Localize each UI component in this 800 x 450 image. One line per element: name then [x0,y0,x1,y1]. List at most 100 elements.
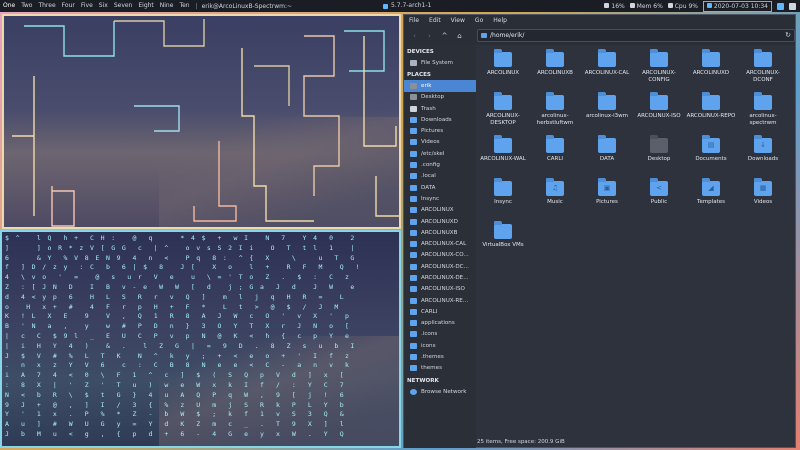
file-item[interactable]: ARCOLINUX-ISO [633,92,685,135]
home-button[interactable]: ⌂ [454,31,465,42]
sidebar-item[interactable]: Pictures [404,125,476,136]
location-bar[interactable]: /home/erik/ ↻ [477,29,795,42]
file-item[interactable]: ARCOLINUX-REPO [685,92,737,135]
sidebar-item[interactable]: /etc/skel [404,148,476,159]
back-button[interactable]: ‹ [409,31,420,42]
file-item[interactable]: ARCOLINUXB [529,49,581,92]
sidebar-item[interactable]: applications [404,318,476,329]
sidebar-item[interactable]: ARCOLINUXB [404,227,476,238]
sidebar-item[interactable]: erik [404,80,476,92]
sidebar-item-label: erik [421,82,432,89]
workspace-4[interactable]: Four [59,0,78,12]
workspace-7[interactable]: Seven [111,0,136,12]
workspace-1[interactable]: One [0,0,18,12]
file-item[interactable]: ▣ Pictures [581,178,633,221]
up-button[interactable]: ^ [439,31,450,42]
workspace-3[interactable]: Three [35,0,58,12]
file-item[interactable]: ARCOLINUX-CAL [581,49,633,92]
file-item[interactable]: ◢ Templates [685,178,737,221]
matrix-line: . n x z Y V 6 c : C B 8 N e e < C - a n … [5,361,351,370]
tray-icon[interactable] [777,2,784,10]
network-header: NETWORK [407,378,439,385]
file-item[interactable]: arcolinux-spectrwm [737,92,789,135]
file-item[interactable]: ARCOLINUX-WAL [477,135,529,178]
menu-help[interactable]: Help [488,15,512,27]
sidebar-item[interactable]: ARCOLINUX-CAL [404,238,476,249]
file-item-label: ARCOLINUXB [537,70,573,76]
sidebar-item[interactable]: Browse Network [404,386,476,397]
file-item[interactable]: ARCOLINUX-DCONF [737,49,789,92]
sidebar-item[interactable]: ARCOLINUX-RE... [404,295,476,306]
workspace-6[interactable]: Six [96,0,111,12]
file-item[interactable]: ARCOLINUX-DESKTOP [477,92,529,135]
file-item-label: arcolinux-spectrwm [749,113,777,126]
file-item[interactable]: ARCOLINUX [477,49,529,92]
file-item-label: Videos [753,199,773,205]
sidebar-item[interactable]: themes [404,363,476,374]
volume-indicator[interactable]: 16% [604,2,625,10]
file-item[interactable]: ▤ Documents [685,135,737,178]
menu-edit[interactable]: Edit [424,15,446,27]
sidebar-item[interactable]: ARCOLINUX-ISO [404,284,476,295]
sidebar-item[interactable]: .local [404,171,476,182]
file-item[interactable]: VirtualBox VMs [477,221,529,264]
sidebar-item[interactable]: ARCOLINUXD [404,216,476,227]
forward-button[interactable]: › [424,31,435,42]
matrix-line: 6 & Y % V 8 E N 9 4 n < P q 8 : ^ { X \ … [5,253,356,262]
terminal-matrix[interactable]: $ ^ l Q h + C H : @ q * 4 $ + w I N 7 Y … [0,230,401,448]
terminal-pipes[interactable] [2,14,401,229]
sidebar-item[interactable]: File System [404,57,476,68]
file-item[interactable]: arcolinux-herbstluftwm [529,92,581,135]
file-item[interactable]: arcolinux-i3wm [581,92,633,135]
sidebar-item[interactable]: Trash [404,103,476,114]
file-item[interactable]: DATA [581,135,633,178]
reload-button[interactable]: ↻ [785,30,791,41]
matrix-line: N < b R \ $ t G } 4 u A Q P q W , 9 [ j … [5,390,346,399]
status-bar: 25 items, Free space: 200.9 GiB [477,439,565,445]
file-item[interactable]: ARCOLINUX-CONFIG [633,49,685,92]
file-item[interactable]: CARLI [529,135,581,178]
workspace-2[interactable]: Two [18,0,35,12]
file-item[interactable]: < Public [633,178,685,221]
sidebar-item[interactable]: ARCOLINUX-CO... [404,250,476,261]
workspace-10[interactable]: Ten [176,0,192,12]
file-item[interactable]: ♫ Music [529,178,581,221]
workspace-8[interactable]: Eight [135,0,156,12]
sidebar-item[interactable]: Videos [404,137,476,148]
sidebar-item-label: Desktop [421,94,445,101]
file-item[interactable]: Insync [477,178,529,221]
menu-view[interactable]: View [446,15,470,27]
clock[interactable]: 2020-07-03 10:34 [703,0,772,12]
file-item[interactable]: Desktop [633,135,685,178]
sidebar-item[interactable]: .icons [404,329,476,340]
workspace-9[interactable]: Nine [157,0,177,12]
menu-file[interactable]: File [404,15,424,27]
sidebar-item[interactable]: .config [404,159,476,170]
sidebar-item[interactable]: Downloads [404,114,476,125]
folder-icon [410,274,417,281]
sidebar-item[interactable]: ARCOLINUX-DC... [404,261,476,272]
pictures-folder-icon: ▣ [598,178,616,196]
tray-icon[interactable] [789,2,796,10]
sidebar-item[interactable]: ARCOLINUX-DE... [404,272,476,283]
file-manager-window[interactable]: File Edit View Go Help ‹ › ^ ⌂ /home/erik/ ↻… [403,14,796,448]
file-view[interactable]: ARCOLINUX ARCOLINUXB ARCOLINUX-CAL ARCOLINU… [477,45,795,437]
public-folder-icon: < [650,178,668,196]
sidebar-item[interactable]: Desktop [404,92,476,103]
downloads-folder-icon: ↓ [754,135,772,153]
sidebar-item[interactable]: DATA [404,182,476,193]
sidebar-item[interactable]: Insync [404,193,476,204]
file-item-label: Pictures [596,199,618,205]
file-item[interactable]: ▦ Videos [737,178,789,221]
file-item[interactable]: ↓ Downloads [737,135,789,178]
folder-icon [598,135,616,153]
workspace-5[interactable]: Five [78,0,96,12]
sidebar-item[interactable]: ARCOLINUX [404,205,476,216]
sidebar-item[interactable]: CARLI [404,306,476,317]
file-item[interactable]: ARCOLINUXD [685,49,737,92]
kernel-indicator: 5.7.7-arch1-1 [383,0,431,12]
menu-go[interactable]: Go [470,15,488,27]
desktop-icon [410,94,417,101]
sidebar-item[interactable]: icons [404,340,476,351]
sidebar-item[interactable]: .themes [404,351,476,362]
